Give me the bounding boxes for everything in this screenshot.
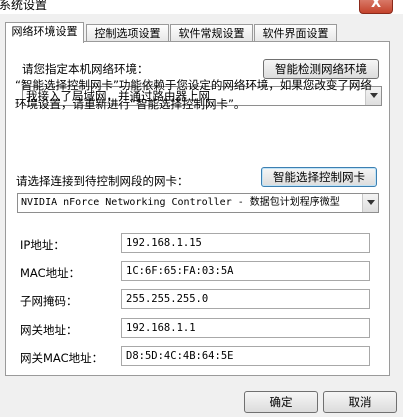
ip-address-label: IP地址： xyxy=(20,238,65,252)
cancel-button[interactable]: 取消 xyxy=(323,391,397,413)
nic-select-value: NVIDIA nForce Networking Controller - 数据… xyxy=(21,197,340,208)
mac-address-field[interactable]: 1C:6F:65:FA:03:5A xyxy=(121,261,370,281)
mac-address-label: MAC地址： xyxy=(20,266,81,280)
gateway-address-label: 网关地址： xyxy=(20,323,78,337)
window-title: 系统设置 xyxy=(0,0,48,12)
nic-description-text: “智能选择控制网卡”功能依赖于您设定的网络环境，如果您改变了网络环境设置，请重新… xyxy=(15,78,372,111)
gateway-mac-label: 网关MAC地址： xyxy=(20,351,104,365)
title-bar: 系统设置 X xyxy=(0,0,403,14)
tab-network[interactable]: 网络环境设置 xyxy=(5,22,84,43)
tab-software-general[interactable]: 软件常规设置 xyxy=(170,24,253,42)
select-nic-button[interactable]: 智能选择控制网卡 xyxy=(261,167,377,187)
tab-software-ui[interactable]: 软件界面设置 xyxy=(254,24,337,42)
tab-control-options[interactable]: 控制选项设置 xyxy=(86,24,169,42)
subnet-mask-field[interactable]: 255.255.255.0 xyxy=(121,289,370,309)
gateway-address-field[interactable]: 192.168.1.1 xyxy=(121,318,370,338)
nic-select-label: 请选择连接到待控制网段的网卡： xyxy=(16,174,189,188)
gateway-mac-field[interactable]: D8:5D:4C:4B:64:5E xyxy=(121,346,370,366)
close-button[interactable]: X xyxy=(359,0,393,14)
ip-address-field[interactable]: 192.168.1.15 xyxy=(121,233,370,253)
environment-prompt-label: 请您指定本机网络环境： xyxy=(22,62,149,76)
nic-select[interactable]: NVIDIA nForce Networking Controller - 数据… xyxy=(17,193,379,213)
subnet-mask-label: 子网掩码： xyxy=(20,294,78,308)
nic-dropdown-icon[interactable] xyxy=(362,194,378,212)
ok-button[interactable]: 确定 xyxy=(244,391,318,413)
